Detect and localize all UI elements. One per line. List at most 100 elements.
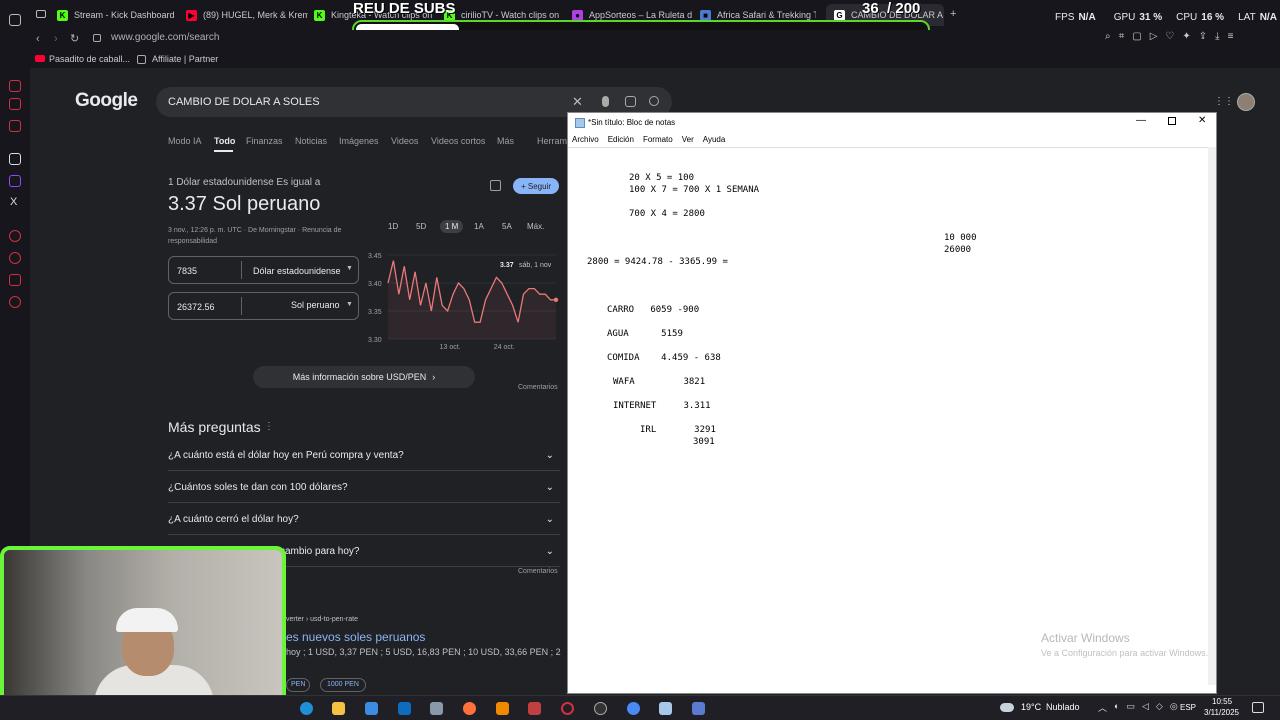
language-indicator[interactable]: ESP [1180,703,1196,712]
sync-icon[interactable]: ◎ [1170,701,1178,714]
follow-button[interactable]: + Seguir [513,178,559,194]
store-icon[interactable] [365,702,378,715]
chip-pen[interactable]: PEN [286,678,311,692]
clear-search-icon[interactable]: ✕ [572,94,583,110]
home-icon[interactable] [9,14,21,26]
menu-archivo[interactable]: Archivo [572,135,599,144]
maximize-icon[interactable] [1168,117,1176,125]
faq-item[interactable]: ¿Cuántos soles te dan con 100 dólares? ⌄ [168,473,560,503]
outlook-icon[interactable] [398,702,411,715]
range-tab[interactable]: 5A [502,222,512,231]
zoom-icon[interactable]: ⌕ [1105,31,1111,42]
back-icon[interactable]: ‹ [36,33,40,45]
vlc-icon[interactable] [496,702,509,715]
notepad-editor[interactable]: 20 X 5 = 100 100 X 7 = 700 X 1 SEMANA 70… [568,147,1208,685]
menu-ayuda[interactable]: Ayuda [703,135,726,144]
reload-icon[interactable]: ↻ [70,32,79,45]
calculator-icon[interactable] [692,702,705,715]
photos-icon[interactable] [430,702,443,715]
opera-icon[interactable] [561,702,574,715]
result-title[interactable]: es nuevos soles peruanos [286,630,425,644]
chevron-up-icon[interactable]: ︿ [1098,701,1107,714]
menu-icon[interactable]: ≡ [1228,31,1234,42]
network-icon[interactable]: ▭ [1126,701,1135,714]
firefox-icon[interactable] [463,702,476,715]
clock-date[interactable]: 3/11/2025 [1204,708,1239,717]
result-source[interactable]: verter › usd-to-pen-rate [286,616,358,623]
security-icon[interactable]: ◇ [1156,701,1163,714]
extensions-icon[interactable]: ✦ [1182,31,1190,42]
twitch-icon[interactable] [9,175,21,187]
obs-icon[interactable] [594,702,607,715]
exchange-rate-chart[interactable]: 3.45 3.40 3.35 3.30 13 oct. 24 oct. 3.37 sáb, 1… [364,250,559,350]
notepad-scrollbar[interactable] [1208,147,1216,685]
new-tab-button[interactable]: + [950,8,956,20]
feedback-link[interactable]: Comentarios [518,384,558,391]
currency-to-select[interactable]: Sol peruano [291,300,340,310]
instagram-icon[interactable] [9,120,21,132]
notepad-window[interactable]: *Sin título: Bloc de notas — ✕ Archivo E… [567,112,1217,694]
menu-ver[interactable]: Ver [682,135,694,144]
google-tab[interactable]: Videos cortos [431,136,485,146]
google-tab[interactable]: Herram [537,136,567,146]
close-icon[interactable]: ✕ [1198,115,1206,126]
voice-search-icon[interactable] [602,96,609,107]
currency-from-select[interactable]: Dólar estadounidense [253,266,341,276]
more-options-icon[interactable]: ⋮ [264,421,274,432]
volume-icon[interactable]: ◁ [1142,701,1149,714]
google-tab[interactable]: Finanzas [246,136,283,146]
app-icon[interactable] [528,702,541,715]
url-field[interactable]: www.google.com/search [111,32,219,43]
minimize-icon[interactable]: — [1136,115,1146,126]
faq-item[interactable]: ¿A cuánto está el dólar hoy en Perú comp… [168,441,560,471]
google-tab[interactable]: Modo IA [168,136,202,146]
notepad-taskbar-icon[interactable] [659,702,672,715]
range-tab[interactable]: 1 M [440,220,464,233]
headset-icon[interactable]: ◐ [1114,701,1119,714]
bookmark-2[interactable]: Affiliate | Partner [152,54,218,64]
range-tab[interactable]: 1D [388,222,398,231]
google-tab[interactable]: Todo [214,136,235,146]
notification-icon[interactable] [1252,702,1264,713]
range-tab[interactable]: Máx. [527,222,544,231]
tab-menu-icon[interactable] [36,10,46,18]
lens-icon[interactable] [625,96,636,107]
google-tab[interactable]: Más [497,136,514,146]
chrome-icon[interactable] [627,702,640,715]
google-logo[interactable]: Google [75,90,138,112]
bookmark-1[interactable]: Pasadito de caball... [49,54,130,64]
feedback-link-2[interactable]: Comentarios [518,568,558,575]
edge-icon[interactable] [300,702,313,715]
clock-time[interactable]: 10:55 [1212,697,1232,706]
share-icon[interactable]: ⇪ [1199,31,1207,42]
menu-formato[interactable]: Formato [643,135,673,144]
browser-tab[interactable]: ▶ (89) HUGEL, Merk & Kremont [186,4,308,26]
snapshot-icon[interactable]: ⌗ [1119,31,1125,42]
amount-from-field[interactable]: 7835 Dólar estadounidense ▼ [168,256,359,284]
messenger-icon[interactable] [9,98,21,110]
apps-grid-icon[interactable]: ⋮⋮ [1214,96,1234,107]
clock-icon[interactable] [9,252,21,264]
player-icon[interactable]: ▷ [1150,31,1158,42]
google-tab[interactable]: Noticias [295,136,327,146]
google-tab[interactable]: Imágenes [339,136,379,146]
search-icon[interactable] [649,96,659,106]
aria-icon[interactable] [9,80,21,92]
weather-desc[interactable]: Nublado [1046,702,1080,712]
weather-temp[interactable]: 19°C [1021,702,1041,712]
heart-icon[interactable]: ♡ [1165,31,1174,42]
forward-icon[interactable]: › [54,33,58,45]
more-info-button[interactable]: Más información sobre USD/PEN › [253,366,475,388]
settings-icon[interactable] [9,296,21,308]
pip-icon[interactable]: ▢ [1132,31,1141,42]
faq-item[interactable]: ¿A cuánto cerró el dólar hoy? ⌄ [168,505,560,535]
range-tab[interactable]: 1A [474,222,484,231]
history-icon[interactable] [9,230,21,242]
browser-tab[interactable]: K Stream - Kick Dashboard [57,4,177,26]
menu-edicion[interactable]: Edición [608,135,634,144]
share-icon[interactable] [490,180,501,191]
x-icon[interactable]: X [10,196,17,208]
wallet-icon[interactable] [9,274,21,286]
amount-to-field[interactable]: 26372.56 Sol peruano ▼ [168,292,359,320]
chip-1000-pen[interactable]: 1000 PEN [320,678,366,692]
